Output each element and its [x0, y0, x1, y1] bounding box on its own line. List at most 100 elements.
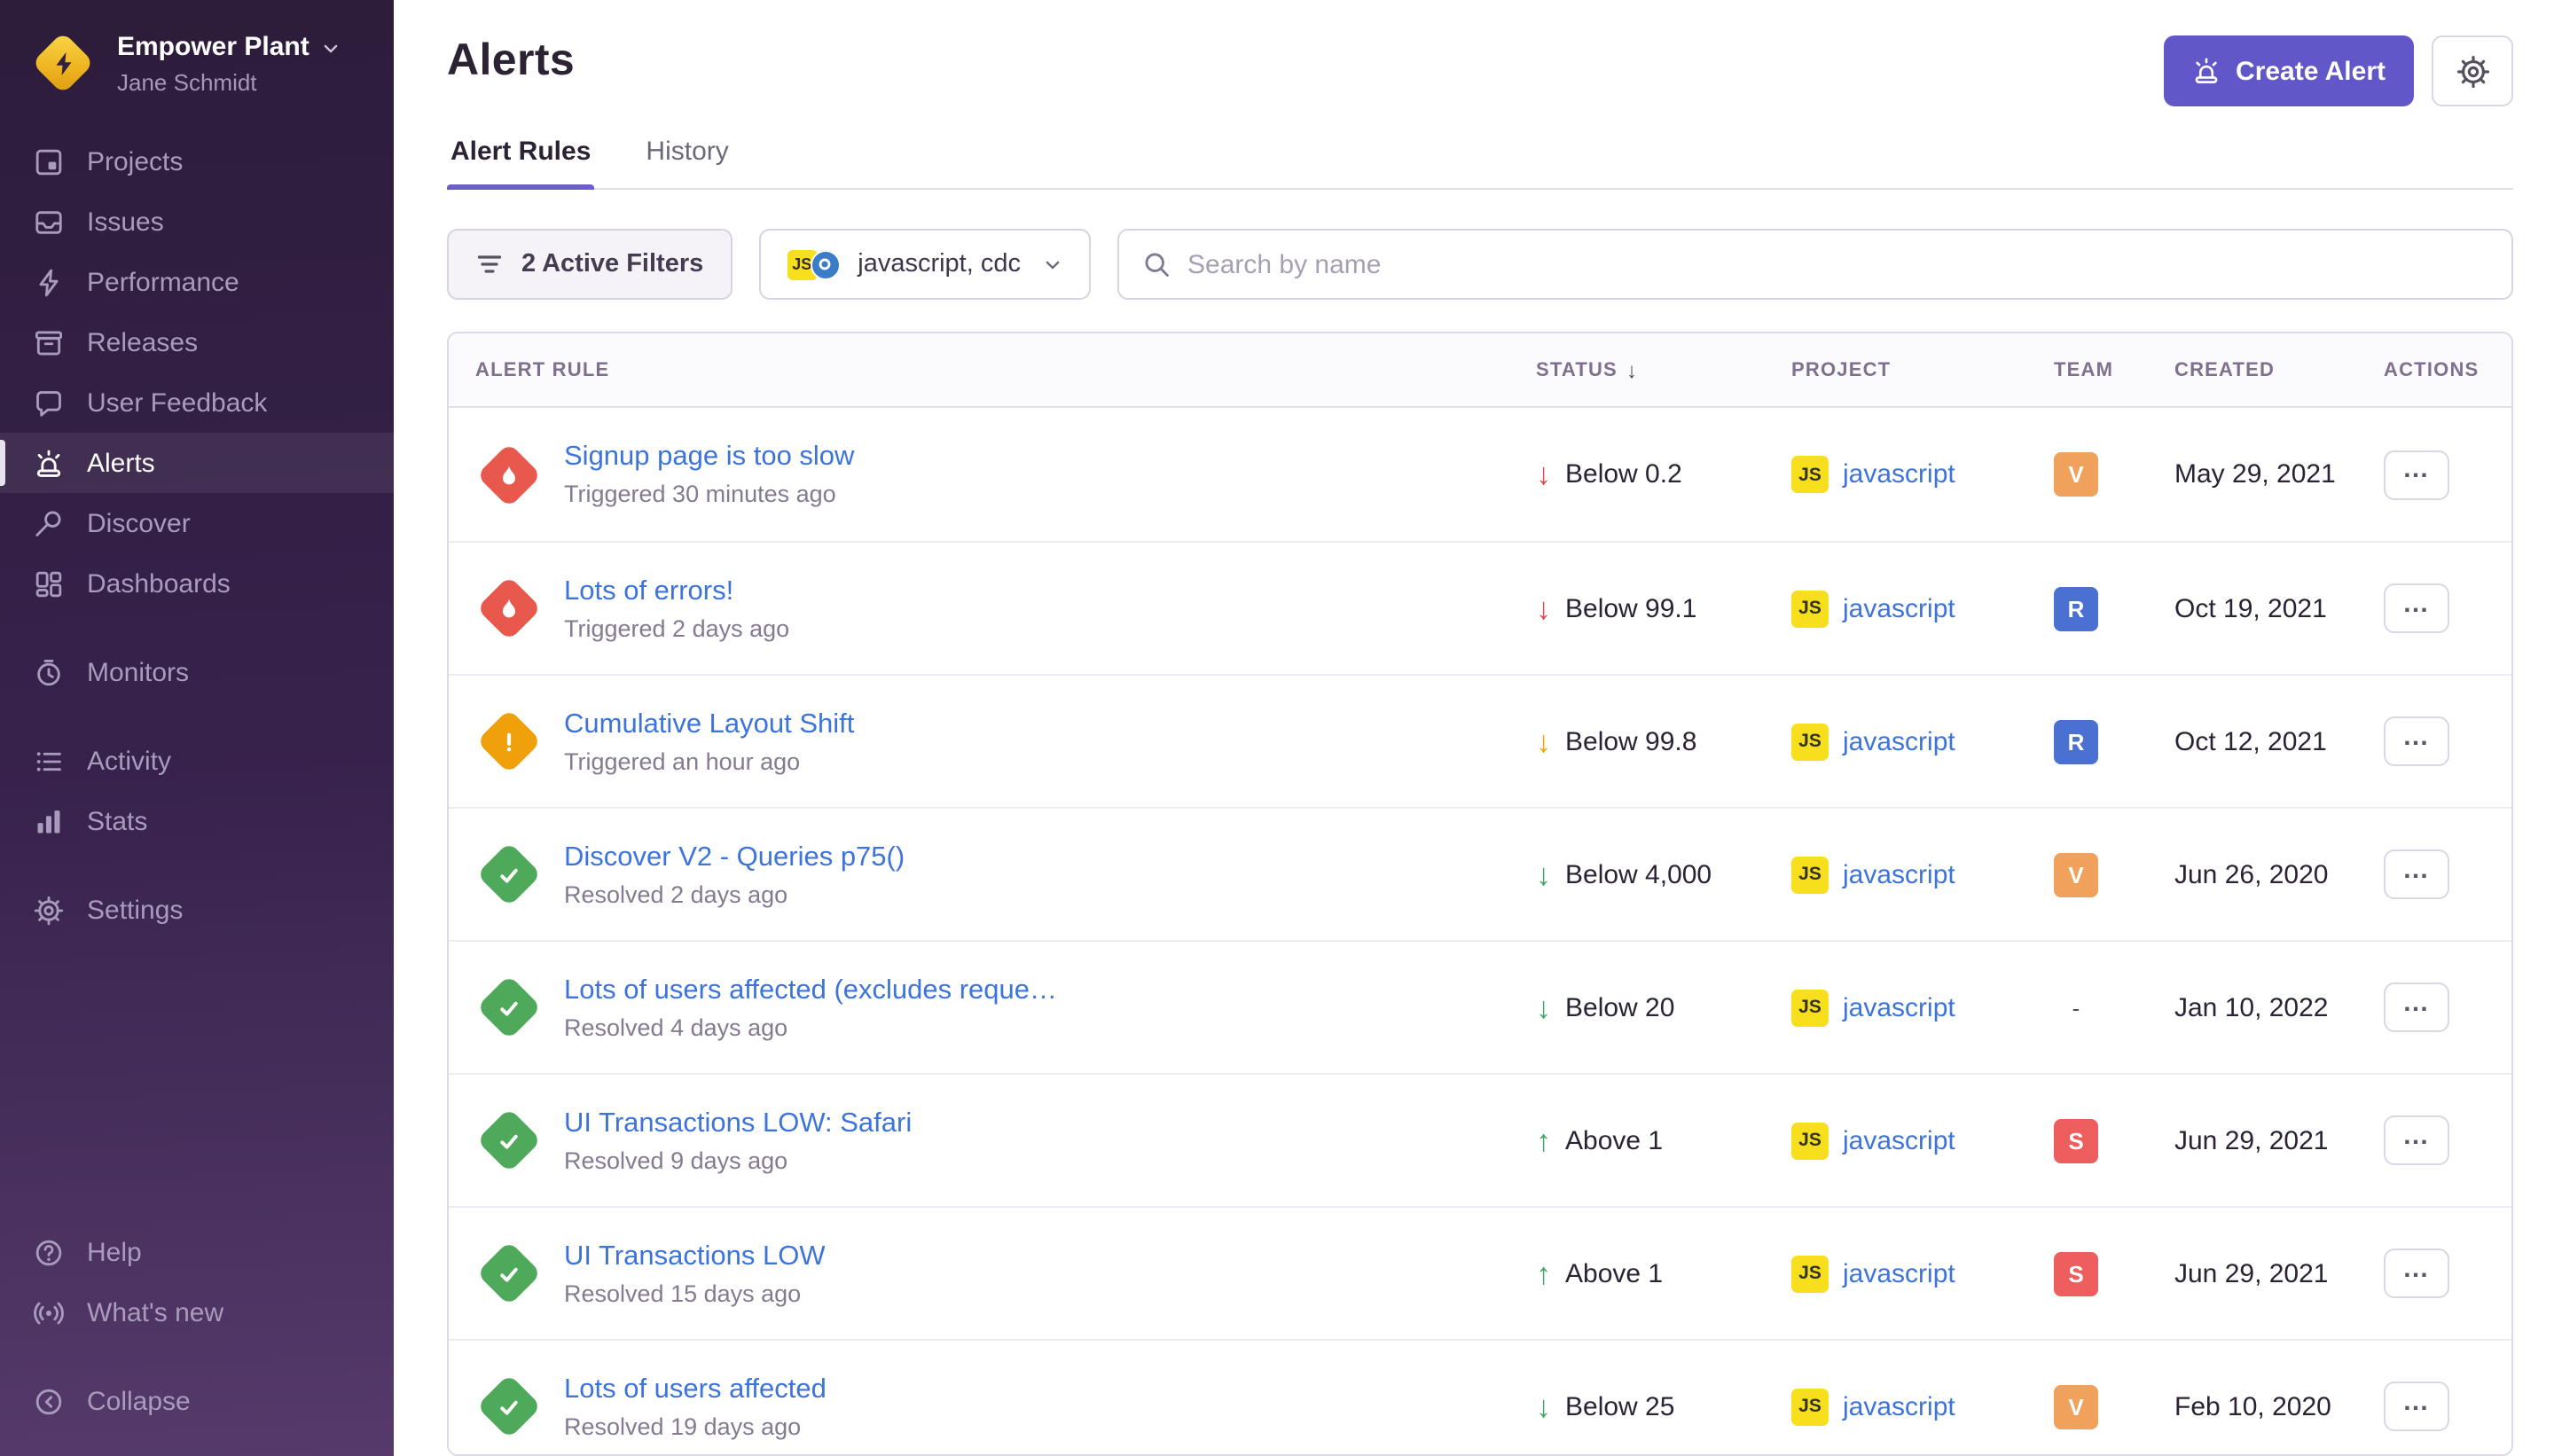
project-cell: JSjavascript — [1791, 1122, 2043, 1159]
javascript-platform-icon: JS — [1791, 989, 1829, 1026]
trend-arrow-icon: ↑ — [1536, 1258, 1551, 1288]
project-cell: JSjavascript — [1791, 723, 2043, 760]
trend-arrow-icon: ↓ — [1536, 726, 1551, 756]
sidebar-nav-primary: Projects Issues Performance Releases Use… — [0, 131, 394, 614]
status-threshold: Above 1 — [1565, 1125, 1663, 1155]
alert-severity-icon — [475, 974, 543, 1041]
sidebar-item-stats[interactable]: Stats — [0, 791, 394, 851]
releases-icon — [34, 327, 64, 357]
page-header: Alerts Create Alert — [447, 0, 2513, 106]
project-link[interactable]: javascript — [1843, 859, 1955, 889]
filter-icon — [475, 250, 504, 278]
sidebar-item-performance[interactable]: Performance — [0, 252, 394, 312]
sidebar-item-help[interactable]: Help — [0, 1222, 394, 1282]
row-actions-button[interactable]: … — [2384, 1382, 2449, 1431]
alert-rule-link[interactable]: Signup page is too slow — [564, 442, 854, 474]
tab-history[interactable]: History — [642, 137, 732, 188]
alert-rules-table: Alert Rule Status↓ Project Team Created … — [447, 332, 2513, 1456]
org-switcher[interactable]: Empower Plant Jane Schmidt — [0, 28, 394, 117]
table-row: Lots of errors!Triggered 2 days ago ↓Bel… — [449, 541, 2511, 674]
row-actions-button[interactable]: … — [2384, 849, 2449, 899]
activity-list-icon — [34, 746, 64, 776]
alert-rule-link[interactable]: Lots of errors! — [564, 575, 789, 607]
status-threshold: Below 0.2 — [1565, 459, 1682, 489]
alert-rule-link[interactable]: UI Transactions LOW — [564, 1241, 826, 1272]
issues-icon — [34, 207, 64, 237]
table-row: Lots of users affected Resolved 19 days a… — [449, 1339, 2511, 1456]
alert-severity-icon — [475, 1240, 543, 1307]
app-window: Empower Plant Jane Schmidt Projects Issu… — [0, 0, 2554, 1456]
column-header-project: Project — [1791, 359, 2043, 380]
column-header-status[interactable]: Status↓ — [1536, 357, 1781, 382]
row-actions-button[interactable]: … — [2384, 1115, 2449, 1165]
sidebar-item-releases[interactable]: Releases — [0, 312, 394, 372]
trend-arrow-icon: ↓ — [1536, 859, 1551, 889]
project-link[interactable]: javascript — [1843, 726, 1955, 756]
search-bar — [1116, 229, 2513, 300]
sidebar-item-label: Collapse — [87, 1386, 191, 1416]
check-icon — [496, 1393, 522, 1420]
sidebar-item-label: Monitors — [87, 657, 189, 687]
project-cell: JSjavascript — [1791, 590, 2043, 627]
alert-rule-subtext: Resolved 15 days ago — [564, 1280, 826, 1306]
project-link[interactable]: javascript — [1843, 1258, 1955, 1288]
siren-icon — [2191, 57, 2220, 85]
sentry-logo — [32, 32, 96, 96]
sidebar-item-user-feedback[interactable]: User Feedback — [0, 372, 394, 433]
alert-settings-button[interactable] — [2432, 35, 2513, 106]
flame-icon — [496, 461, 522, 488]
row-actions-button[interactable]: … — [2384, 583, 2449, 633]
table-row: Lots of users affected (excludes reque…R… — [449, 940, 2511, 1073]
table-row: Discover V2 - Queries p75()Resolved 2 da… — [449, 807, 2511, 940]
project-link[interactable]: javascript — [1843, 593, 1955, 623]
project-link[interactable]: javascript — [1843, 1125, 1955, 1155]
search-input[interactable] — [1187, 249, 2488, 279]
sidebar-item-projects[interactable]: Projects — [0, 131, 394, 192]
project-link[interactable]: javascript — [1843, 992, 1955, 1022]
sidebar-item-discover[interactable]: Discover — [0, 493, 394, 553]
gear-icon — [2456, 54, 2489, 88]
sidebar-item-label: Stats — [87, 806, 147, 836]
sidebar: Empower Plant Jane Schmidt Projects Issu… — [0, 0, 394, 1456]
row-actions-button[interactable]: … — [2384, 450, 2449, 499]
alert-rule-link[interactable]: Lots of users affected — [564, 1374, 827, 1405]
row-actions-button[interactable]: … — [2384, 1249, 2449, 1298]
team-avatar: V — [2054, 452, 2098, 497]
create-alert-button[interactable]: Create Alert — [2163, 35, 2414, 106]
team-cell: R — [2054, 586, 2164, 630]
alert-rule-link[interactable]: Lots of users affected (excludes reque… — [564, 975, 1057, 1006]
alert-rule-link[interactable]: Cumulative Layout Shift — [564, 708, 854, 740]
status-threshold: Below 4,000 — [1565, 859, 1712, 889]
alert-rule-link[interactable]: Discover V2 - Queries p75() — [564, 842, 905, 873]
team-cell: S — [2054, 1251, 2164, 1296]
trend-arrow-icon: ↓ — [1536, 593, 1551, 623]
row-actions-button[interactable]: … — [2384, 716, 2449, 766]
project-link[interactable]: javascript — [1843, 459, 1955, 489]
project-link[interactable]: javascript — [1843, 1391, 1955, 1421]
project-selector[interactable]: JS javascript, cdc — [758, 229, 1090, 300]
performance-icon — [34, 267, 64, 297]
row-actions-button[interactable]: … — [2384, 982, 2449, 1032]
status-cell: ↑Above 1 — [1536, 1125, 1781, 1155]
status-cell: ↓Below 25 — [1536, 1391, 1781, 1421]
active-filters-button[interactable]: 2 Active Filters — [447, 229, 732, 300]
sidebar-item-collapse[interactable]: Collapse — [0, 1371, 394, 1431]
javascript-platform-icon: JS — [1791, 1255, 1829, 1292]
sidebar-item-settings[interactable]: Settings — [0, 880, 394, 940]
alert-rule-subtext: Resolved 19 days ago — [564, 1413, 827, 1439]
sidebar-item-monitors[interactable]: Monitors — [0, 642, 394, 702]
table-row: Cumulative Layout Shift Triggered an hour… — [449, 674, 2511, 807]
sidebar-item-dashboards[interactable]: Dashboards — [0, 553, 394, 614]
sidebar-item-alerts[interactable]: Alerts — [0, 433, 394, 493]
sidebar-item-whats-new[interactable]: What's new — [0, 1282, 394, 1342]
tab-alert-rules[interactable]: Alert Rules — [447, 137, 594, 188]
alert-rule-link[interactable]: UI Transactions LOW: Safari — [564, 1108, 912, 1139]
dashboards-icon — [34, 568, 64, 599]
sidebar-item-issues[interactable]: Issues — [0, 192, 394, 252]
check-icon — [496, 1127, 522, 1154]
page-title: Alerts — [447, 35, 575, 87]
alert-rule-subtext: Triggered an hour ago — [564, 748, 854, 774]
team-avatar: R — [2054, 586, 2098, 630]
sidebar-item-activity[interactable]: Activity — [0, 731, 394, 791]
sidebar-footer: Help What's new Collapse — [0, 1222, 394, 1431]
